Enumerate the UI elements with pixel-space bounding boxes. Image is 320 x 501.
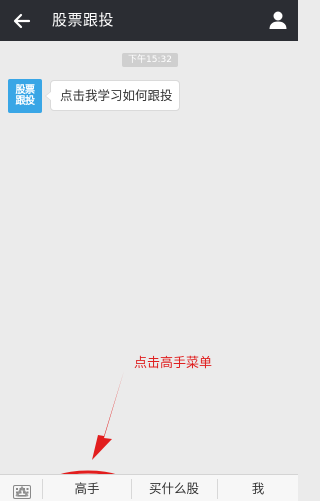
menu-item-me[interactable]: 我 <box>218 475 298 501</box>
top-bar: 股票跟投 <box>0 0 298 41</box>
annotation-arrow-overlay <box>42 371 134 501</box>
keyboard-icon <box>13 485 31 499</box>
keyboard-toggle-button[interactable] <box>0 475 42 501</box>
avatar[interactable]: 股票 跟投 <box>8 79 42 113</box>
back-button[interactable] <box>10 9 34 33</box>
message-text: 点击我学习如何跟投 <box>60 88 173 103</box>
timestamp-badge: 下午15:32 <box>122 53 178 67</box>
menu-item-gaoshou[interactable]: 高手 <box>43 475 131 501</box>
annotation-text: 点击高手菜单 <box>134 356 213 371</box>
avatar-text-line1: 股票 <box>15 85 36 96</box>
menu-item-what-stocks-to-buy[interactable]: 买什么股 <box>131 475 217 501</box>
page-title: 股票跟投 <box>52 11 115 29</box>
back-arrow-icon <box>13 13 31 29</box>
avatar-text-line2: 跟投 <box>15 96 36 107</box>
profile-button[interactable] <box>266 8 290 32</box>
bottom-menu-bar: 高手 买什么股 我 <box>0 474 298 501</box>
message-bubble[interactable]: 点击我学习如何跟投 <box>45 80 180 111</box>
person-icon <box>269 11 287 29</box>
annotation-arrow <box>92 371 124 460</box>
